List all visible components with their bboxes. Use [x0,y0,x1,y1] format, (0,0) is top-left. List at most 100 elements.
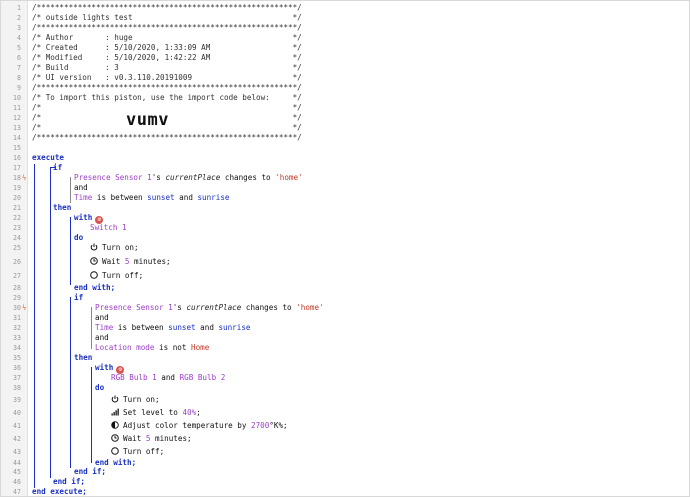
keyword-execute: execute [32,153,65,162]
comment-line: /***************************************… [32,133,302,142]
keyword-and: and [74,183,88,192]
line-number: 9 [17,84,21,92]
line-number: 7 [17,64,21,72]
power-off-icon [90,271,98,279]
keyword-end-with: end with; [74,283,116,292]
line-number: 22 [13,214,21,222]
line-number: 2 [17,14,21,22]
line-number: 15 [13,144,21,152]
line-number: 18 [13,174,21,182]
keyword-do: do [74,233,84,242]
line-number: 14 [13,134,21,142]
half-circle-icon [111,421,119,429]
line-number: 37 [13,374,21,382]
action-turn-on[interactable]: Turn on; [90,243,139,253]
line-number: 20 [13,194,21,202]
action-turn-off[interactable]: Turn off; [90,271,143,281]
comment-line: /* Modified : 5/10/2020, 1:42:22 AM */ [32,53,302,62]
keyword-then: then [53,203,72,212]
line-number: 19 [13,184,21,192]
comment-line: /* outside lights test */ [32,13,302,22]
condition-presence[interactable]: Presence Sensor 1's currentPlace changes… [74,173,303,183]
action-turn-off[interactable]: Turn off; [111,447,164,457]
keyword-if: if [53,163,63,172]
line-number: 26 [13,258,21,266]
power-off-icon [111,447,119,455]
comment-line: /* UI version : v0.3.110.20191009 */ [32,73,302,82]
keyword-end-if: end if; [53,477,86,486]
line-number: 34 [13,344,21,352]
action-wait[interactable]: Wait 5 minutes; [90,257,171,267]
comment-line: /* Author : huge */ [32,33,302,42]
line-number: 3 [17,24,21,32]
line-number: 29 [13,294,21,302]
trigger-bolt-icon: ϟ [22,304,27,312]
condition-location-mode[interactable]: Location mode is not Home [95,343,209,353]
line-number: 46 [13,478,21,486]
line-number: 36 [13,364,21,372]
device-rgb-bulbs[interactable]: RGB Bulb 1 and RGB Bulb 2 [111,373,225,383]
keyword-and: and [95,333,109,342]
if-guide [50,167,51,478]
piston-code-viewer: 1 2 3 4 5 6 7 8 9 10 11 12 13 14 15 16 17 18 ϟ 19 20 21 22 23 24… [0,0,690,497]
power-icon [111,395,119,403]
keyword-if-nested: if [74,293,84,302]
power-icon [90,243,98,251]
line-number: 33 [13,334,21,342]
line-number: 30 [13,304,21,312]
line-number: 13 [13,124,21,132]
with-guide [70,217,71,285]
line-number: 35 [13,354,21,362]
action-color-temp[interactable]: Adjust color temperature by 2700°K%; [111,421,288,431]
line-number-gutter: 1 2 3 4 5 6 7 8 9 10 11 12 13 14 15 16 17 18 ϟ 19 20 21 22 23 24… [1,1,28,496]
if-bracket [50,167,55,168]
line-number: 17 [13,164,21,172]
line-number: 5 [17,44,21,52]
line-number: 47 [13,488,21,496]
nested-if-guide [70,297,71,468]
comment-line: /* Created : 5/10/2020, 1:33:09 AM */ [32,43,302,52]
keyword-with: with ⚙ [74,213,104,224]
clock-icon [111,434,119,442]
comment-line: /* Build : 3 */ [32,63,302,72]
comment-line: /***************************************… [32,83,302,92]
line-number: 27 [13,272,21,280]
trigger-bolt-icon: ϟ [22,174,27,182]
execute-guide [34,164,35,488]
condition-group-guide [91,307,92,349]
signal-bars-icon [111,408,119,416]
keyword-with: with ⚙ [95,363,125,374]
line-number: 12 [13,114,21,122]
line-number: 38 [13,384,21,392]
condition-presence[interactable]: Presence Sensor 1's currentPlace changes… [95,303,324,313]
line-number: 21 [13,204,21,212]
import-code[interactable]: vumv [126,109,169,131]
keyword-then: then [74,353,93,362]
comment-line: /* To import this piston, use the import… [32,93,302,102]
line-number: 39 [13,396,21,404]
line-number: 8 [17,74,21,82]
line-number: 24 [13,234,21,242]
line-number: 6 [17,54,21,62]
comment-line: /***************************************… [32,3,302,12]
keyword-end-execute: end execute; [32,487,87,496]
line-number: 41 [13,422,21,430]
line-number: 40 [13,409,21,417]
line-number: 4 [17,34,21,42]
device-switch[interactable]: Switch 1 [90,223,127,233]
action-turn-on[interactable]: Turn on; [111,395,160,405]
action-wait[interactable]: Wait 5 minutes; [111,434,192,444]
line-number: 16 [13,154,21,162]
line-number: 43 [13,448,21,456]
condition-time[interactable]: Time is between sunset and sunrise [74,193,229,203]
action-set-level[interactable]: Set level to 40%; [111,408,201,418]
line-number: 31 [13,314,21,322]
line-number: 1 [17,4,21,12]
line-number: 23 [13,224,21,232]
keyword-end-if: end if; [74,467,107,476]
keyword-and: and [95,313,109,322]
condition-time[interactable]: Time is between sunset and sunrise [95,323,250,333]
keyword-do: do [95,383,105,392]
comment-line: /***************************************… [32,23,302,32]
clock-icon [90,257,98,265]
